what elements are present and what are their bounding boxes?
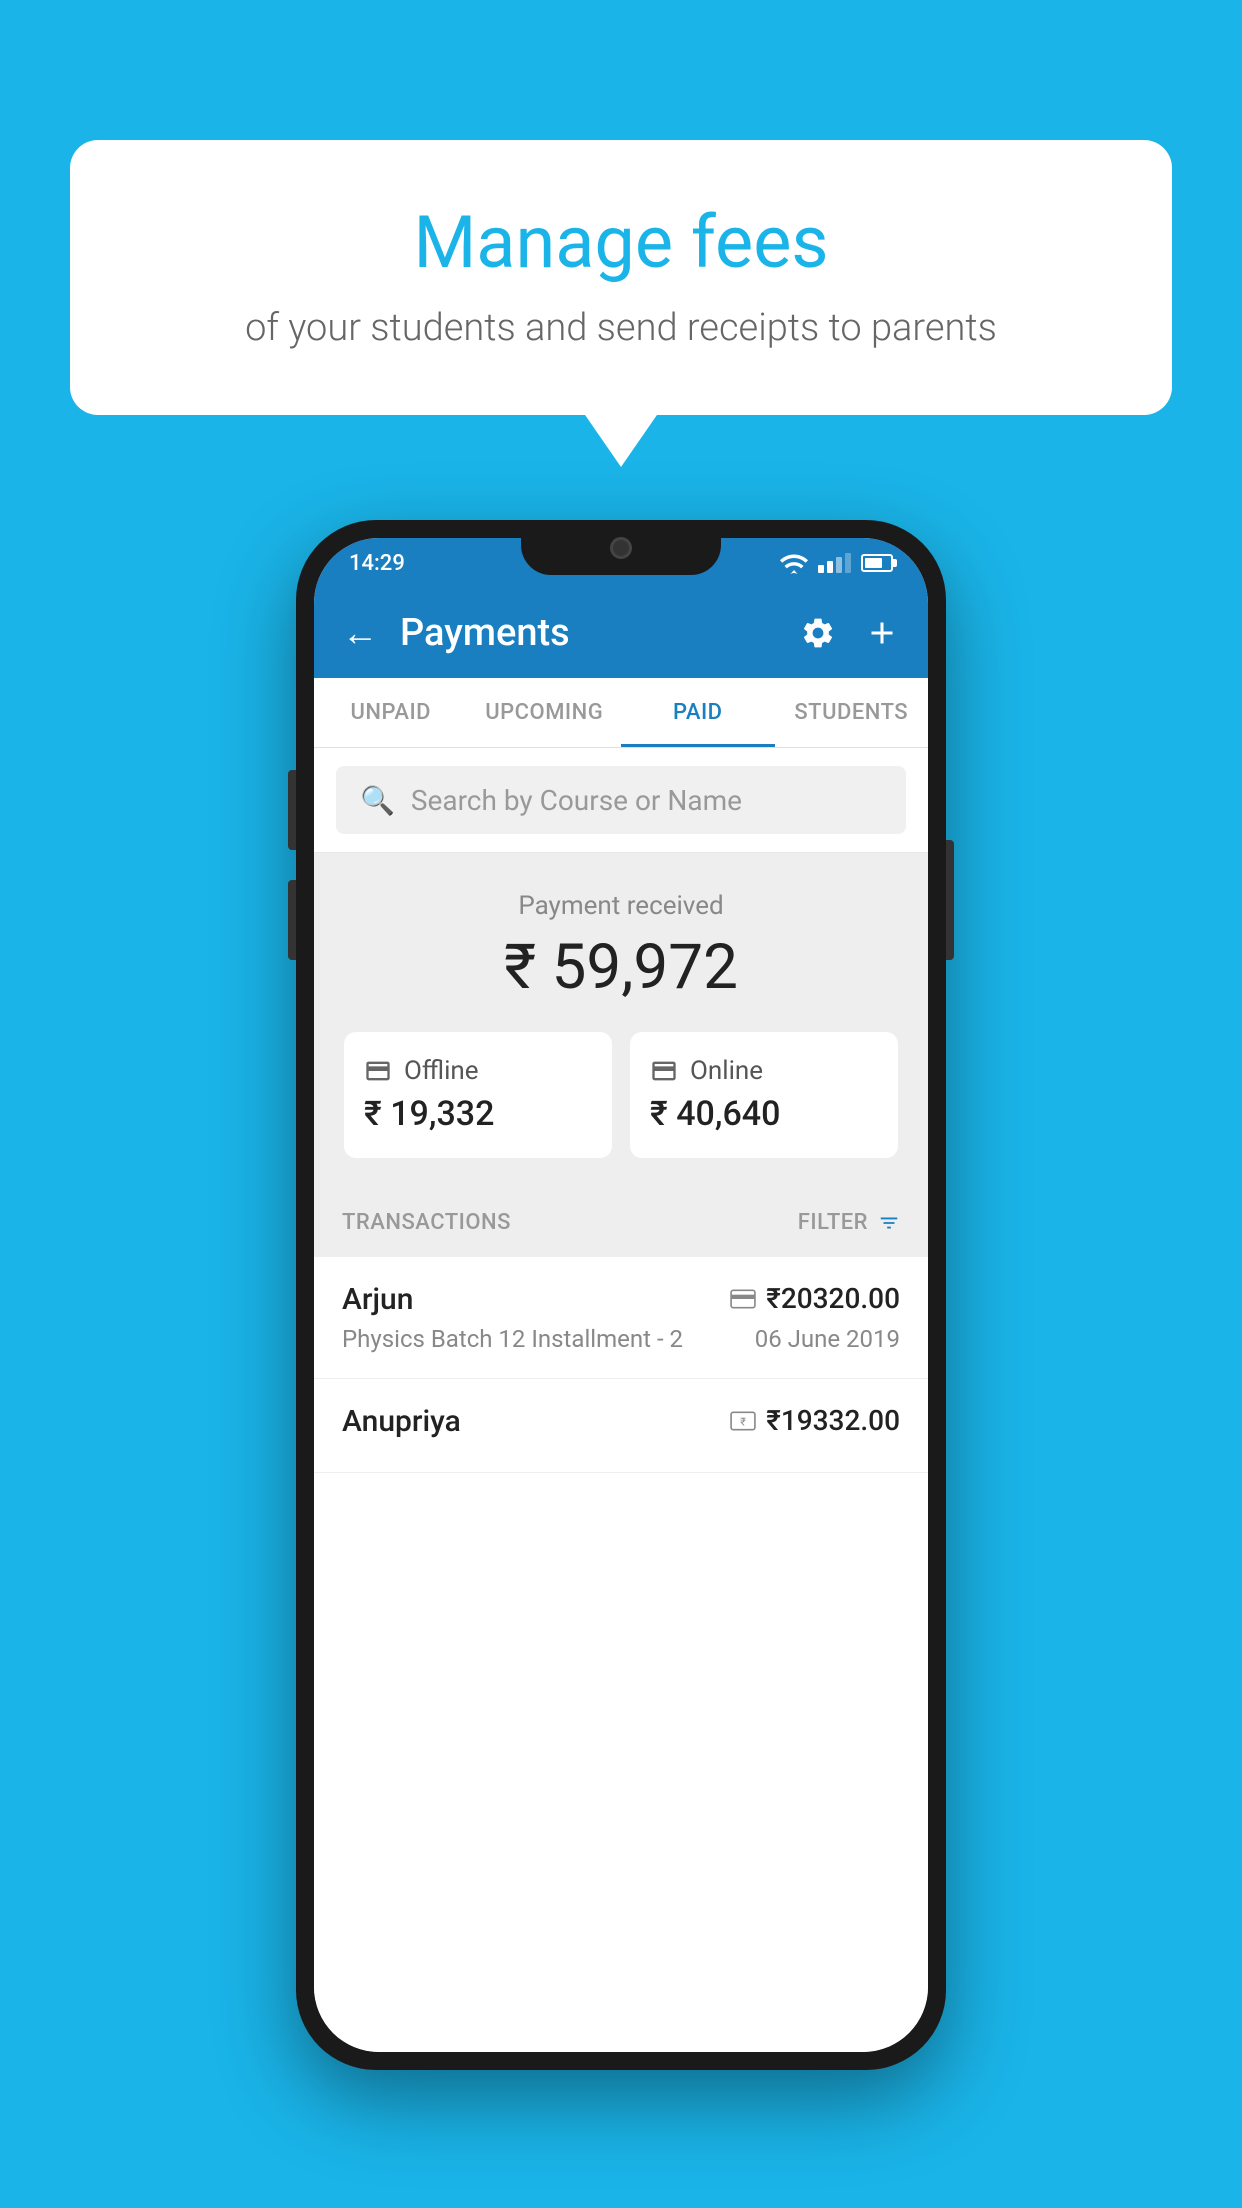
background: Manage fees of your students and send re…	[0, 0, 1242, 2208]
back-button[interactable]: ←	[342, 612, 378, 654]
wifi-icon	[780, 552, 808, 574]
speech-bubble-wrapper: Manage fees of your students and send re…	[70, 140, 1172, 415]
settings-icon[interactable]	[800, 615, 836, 651]
phone-device: 14:29	[296, 520, 946, 2070]
offline-payment-icon	[364, 1057, 392, 1085]
tab-upcoming[interactable]: UPCOMING	[468, 678, 622, 747]
transaction-row-main: Anupriya ₹ ₹19332.00	[342, 1404, 900, 1439]
transaction-list: Arjun ₹20320.00 Physics B	[314, 1257, 928, 2052]
add-icon[interactable]	[864, 615, 900, 651]
phone-button-power	[946, 840, 954, 960]
phone-button-volume-up	[288, 770, 296, 850]
battery-fill	[865, 558, 882, 568]
transaction-item[interactable]: Arjun ₹20320.00 Physics B	[314, 1257, 928, 1379]
toolbar-title: Payments	[400, 611, 800, 655]
online-payment-icon	[650, 1057, 678, 1085]
transaction-date: 06 June 2019	[755, 1325, 900, 1353]
payment-cards: Offline ₹ 19,332 Online	[344, 1032, 898, 1158]
transaction-amount-wrapper: ₹ ₹19332.00	[730, 1404, 900, 1437]
transaction-amount-wrapper: ₹20320.00	[730, 1282, 900, 1315]
tab-paid[interactable]: PAID	[621, 678, 775, 747]
phone-camera	[610, 537, 632, 559]
phone-button-volume-down	[288, 880, 296, 960]
svg-text:₹: ₹	[740, 1415, 746, 1428]
offline-label: Offline	[404, 1056, 479, 1086]
speech-bubble: Manage fees of your students and send re…	[70, 140, 1172, 415]
online-payment-card: Online ₹ 40,640	[630, 1032, 898, 1158]
transaction-row-main: Arjun ₹20320.00	[342, 1282, 900, 1317]
offline-amount: ₹ 19,332	[364, 1094, 592, 1134]
offline-card-header: Offline	[364, 1056, 592, 1086]
payment-received-label: Payment received	[344, 891, 898, 921]
manage-fees-subtitle: of your students and send receipts to pa…	[150, 306, 1092, 350]
transactions-label: TRANSACTIONS	[342, 1210, 511, 1235]
manage-fees-title: Manage fees	[150, 200, 1092, 286]
phone-device-wrapper: 14:29	[296, 520, 946, 2070]
search-placeholder: Search by Course or Name	[411, 784, 742, 817]
tab-students[interactable]: STUDENTS	[775, 678, 929, 747]
transaction-amount: ₹20320.00	[766, 1282, 900, 1315]
transaction-amount: ₹19332.00	[766, 1404, 900, 1437]
transaction-course: Physics Batch 12 Installment - 2	[342, 1325, 683, 1353]
transaction-payment-type-icon	[730, 1289, 756, 1309]
online-card-header: Online	[650, 1056, 878, 1086]
search-container: 🔍 Search by Course or Name	[314, 748, 928, 853]
phone-screen: 14:29	[314, 538, 928, 2052]
transaction-sub: Physics Batch 12 Installment - 2 06 June…	[342, 1325, 900, 1353]
battery-icon	[861, 554, 893, 572]
offline-payment-card: Offline ₹ 19,332	[344, 1032, 612, 1158]
transactions-header: TRANSACTIONS FILTER	[314, 1188, 928, 1257]
search-icon: 🔍	[360, 784, 395, 817]
online-amount: ₹ 40,640	[650, 1094, 878, 1134]
app-toolbar: ← Payments	[314, 588, 928, 678]
transaction-name: Arjun	[342, 1282, 413, 1317]
filter-button[interactable]: FILTER	[798, 1210, 900, 1235]
phone-notch	[521, 520, 721, 575]
status-time: 14:29	[349, 551, 405, 576]
online-label: Online	[690, 1056, 763, 1086]
status-icons	[780, 552, 893, 574]
tab-unpaid[interactable]: UNPAID	[314, 678, 468, 747]
signal-bars-icon	[818, 553, 851, 573]
tabs-bar: UNPAID UPCOMING PAID STUDENTS	[314, 678, 928, 748]
transaction-item[interactable]: Anupriya ₹ ₹19332.00	[314, 1379, 928, 1473]
transaction-name: Anupriya	[342, 1404, 461, 1439]
filter-icon	[878, 1212, 900, 1234]
search-input[interactable]: 🔍 Search by Course or Name	[336, 766, 906, 834]
transaction-payment-type-icon: ₹	[730, 1411, 756, 1431]
toolbar-actions	[800, 615, 900, 651]
filter-label: FILTER	[798, 1210, 868, 1235]
payment-total-amount: ₹ 59,972	[344, 931, 898, 1004]
payment-summary: Payment received ₹ 59,972 Offline	[314, 853, 928, 1188]
